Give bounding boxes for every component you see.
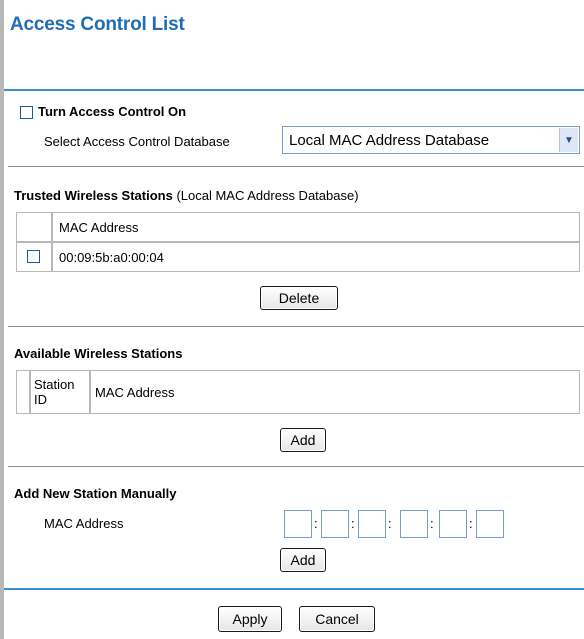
manual-mac-label: MAC Address: [44, 516, 124, 531]
trusted-heading: Trusted Wireless Stations (Local MAC Add…: [14, 188, 359, 203]
add-manual-button[interactable]: Add: [280, 548, 326, 572]
select-db-label: Select Access Control Database: [44, 134, 230, 149]
available-heading: Available Wireless Stations: [14, 346, 183, 361]
mac-octet-4-input[interactable]: [400, 510, 428, 538]
add-available-button[interactable]: Add: [280, 428, 326, 452]
access-control-label: Turn Access Control On: [38, 104, 187, 119]
mac-separator: :: [314, 516, 318, 531]
left-border: [0, 0, 4, 639]
manual-heading: Add New Station Manually: [14, 486, 177, 501]
table-row: 00:09:5b:a0:00:04: [52, 242, 580, 272]
page-title: Access Control List: [10, 14, 185, 35]
access-control-db-select[interactable]: Local MAC Address Database ▼: [282, 126, 580, 154]
apply-button[interactable]: Apply: [218, 606, 282, 632]
available-col-mac-label: MAC Address: [95, 385, 175, 400]
divider-trusted: [8, 166, 584, 167]
available-header-check-cell: [16, 370, 30, 414]
mac-octet-6-input[interactable]: [476, 510, 504, 538]
cancel-button[interactable]: Cancel: [299, 606, 375, 632]
mac-separator: :: [469, 516, 473, 531]
mac-octet-5-input[interactable]: [439, 510, 467, 538]
mac-octet-1-input[interactable]: [284, 510, 312, 538]
mac-separator: :: [430, 516, 434, 531]
trusted-col-mac-label: MAC Address: [59, 220, 139, 235]
available-header-station: Station ID: [30, 370, 90, 414]
divider-bottom: [4, 588, 584, 590]
divider-manual: [8, 466, 584, 467]
access-control-checkbox[interactable]: [20, 106, 33, 119]
db-selected-value: Local MAC Address Database: [289, 131, 490, 149]
mac-separator: :: [351, 516, 355, 531]
mac-separator: :: [388, 516, 392, 531]
trusted-row-mac: 00:09:5b:a0:00:04: [59, 250, 164, 265]
trusted-heading-title: Trusted Wireless Stations: [14, 188, 173, 203]
trusted-header-check-cell: [16, 212, 52, 242]
mac-octet-3-input[interactable]: [358, 510, 386, 538]
mac-octet-2-input[interactable]: [321, 510, 349, 538]
available-col-station-label: Station ID: [34, 377, 75, 407]
divider-top: [4, 89, 584, 91]
trusted-row-checkbox[interactable]: [27, 250, 40, 263]
chevron-down-icon[interactable]: ▼: [559, 128, 578, 152]
trusted-heading-sub: (Local MAC Address Database): [176, 188, 359, 203]
trusted-header-mac: MAC Address: [52, 212, 580, 242]
divider-available: [8, 326, 584, 327]
delete-button[interactable]: Delete: [260, 286, 338, 310]
available-header-mac: MAC Address: [90, 370, 580, 414]
